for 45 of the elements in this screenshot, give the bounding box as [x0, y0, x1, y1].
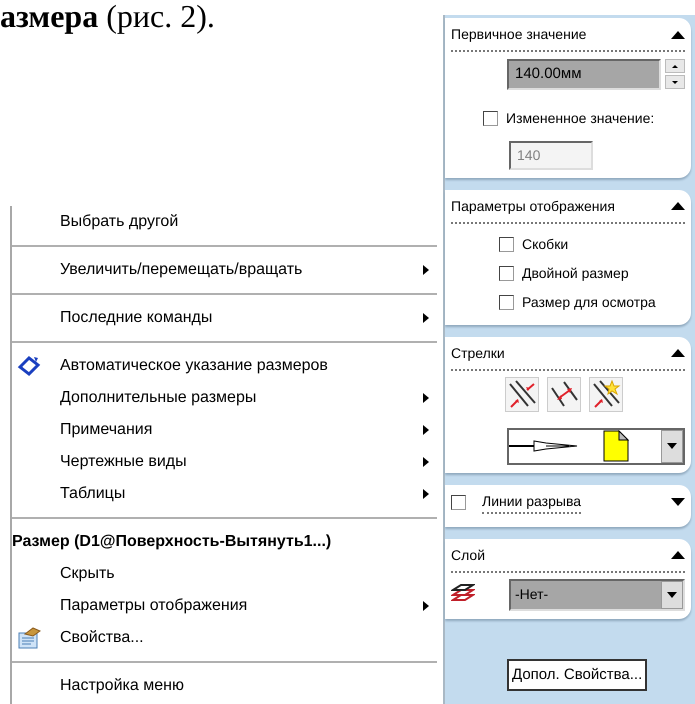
menu-item[interactable]: Дополнительные размеры	[12, 382, 437, 414]
collapse-arrow-icon[interactable]	[671, 551, 685, 559]
menu-item[interactable]: Увеличить/перемещать/вращать	[12, 254, 437, 286]
group-title: Параметры отображения	[451, 196, 615, 216]
checkbox[interactable]	[499, 294, 514, 310]
menu-item[interactable]: Чертежные виды	[12, 446, 437, 478]
menu-item[interactable]: Скрыть	[12, 558, 437, 590]
menu-item[interactable]: Последние команды	[12, 302, 437, 334]
checkbox-label: Скобки	[522, 234, 568, 254]
heading-text: азмера (рис. 2).	[0, 0, 215, 32]
arrow-style-button[interactable]	[505, 376, 539, 412]
menu-item[interactable]: Параметры отображения	[12, 590, 437, 622]
checkbox[interactable]	[483, 110, 498, 126]
menu-item[interactable]: Таблицы	[12, 478, 437, 510]
checkbox[interactable]	[451, 494, 466, 510]
group-title: Стрелки	[451, 344, 505, 363]
group-title: Первичное значение	[451, 25, 586, 44]
group-title: Линии разрыва	[482, 490, 582, 514]
layer-dropdown[interactable]: -Нет-	[509, 578, 685, 610]
checkbox[interactable]	[499, 236, 514, 252]
spin-down-button[interactable]	[665, 75, 685, 90]
collapse-arrow-icon[interactable]	[671, 349, 685, 357]
checkbox-label: Размер для осмотра	[522, 292, 656, 312]
checkbox-label: Двойной размер	[522, 264, 629, 283]
menu-item[interactable]: Свойства...	[12, 622, 437, 654]
menu-item[interactable]: Примечания	[12, 414, 437, 446]
dropdown-arrow-button[interactable]	[661, 430, 683, 462]
spin-up-button[interactable]	[665, 59, 685, 74]
group-title: Слой	[451, 546, 486, 564]
checkbox[interactable]	[499, 266, 514, 280]
arrow-style-button[interactable]	[547, 376, 581, 412]
expand-arrow-icon[interactable]	[671, 498, 685, 506]
menu-item[interactable]: Автоматическое указание размеров	[12, 350, 437, 382]
document-icon	[603, 430, 629, 462]
value-field[interactable]: 140.00мм	[507, 59, 661, 90]
menu-section-header: Размер (D1@Поверхность-Вытянуть1...)	[12, 532, 332, 552]
checkbox-label: Измененное значение:	[506, 108, 654, 128]
menu-item[interactable]: Настройка меню	[12, 670, 437, 702]
arrow-style-dropdown[interactable]	[507, 428, 685, 464]
arrow-style-button[interactable]	[589, 376, 623, 412]
dropdown-arrow-button[interactable]	[661, 580, 683, 608]
collapse-arrow-icon[interactable]	[671, 202, 685, 210]
more-properties-button[interactable]: Допол. Свойства...	[507, 658, 648, 691]
collapse-arrow-icon[interactable]	[671, 30, 685, 38]
menu-item[interactable]: Выбрать другой	[12, 206, 437, 238]
